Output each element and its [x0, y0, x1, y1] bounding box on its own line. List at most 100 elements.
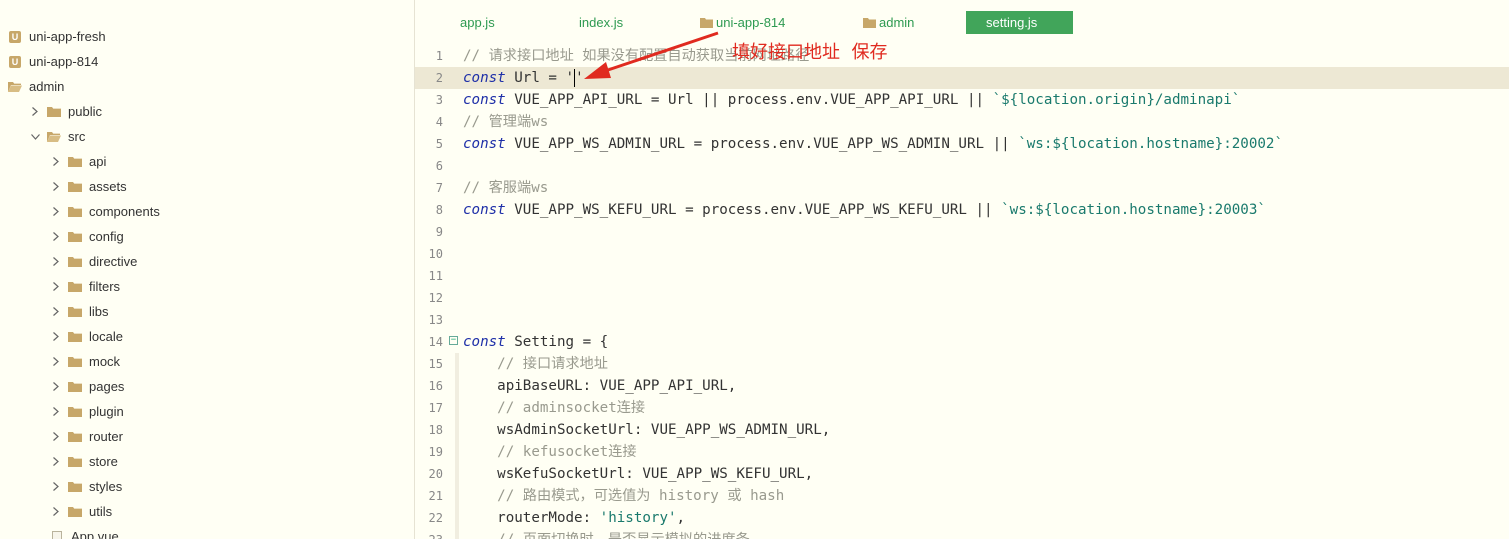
tab-setting-js[interactable]: setting.js: [966, 11, 1073, 34]
code-line[interactable]: 13: [415, 309, 1509, 331]
chevron-right-icon[interactable]: [50, 207, 62, 216]
tab-index-js[interactable]: index.js: [579, 11, 623, 34]
chevron-right-icon[interactable]: [50, 307, 62, 316]
code-editor[interactable]: 1// 请求接口地址 如果没有配置自动获取当前网址路径 2 const Url = …: [415, 45, 1509, 539]
chevron-right-icon[interactable]: [50, 232, 62, 241]
chevron-right-icon[interactable]: [50, 457, 62, 466]
tree-item-uni-app-814[interactable]: Uuni-app-814: [0, 49, 414, 74]
code-token: VUE_APP_WS_KEFU_URL = process.env.VUE_AP…: [505, 202, 1002, 218]
tree-item-app-vue[interactable]: App.vue: [0, 524, 414, 539]
chevron-right-icon[interactable]: [50, 282, 62, 291]
indent-guide: [455, 441, 459, 463]
code-line[interactable]: 6: [415, 155, 1509, 177]
chevron-right-icon[interactable]: [50, 332, 62, 341]
code-line[interactable]: 18 wsAdminSocketUrl: VUE_APP_WS_ADMIN_UR…: [415, 419, 1509, 441]
tree-item-directive[interactable]: directive: [0, 249, 414, 274]
tree-item-config[interactable]: config: [0, 224, 414, 249]
code-line[interactable]: 17 // adminsocket连接: [415, 397, 1509, 419]
code-text: const Url = '': [463, 67, 584, 89]
line-number: 2: [435, 71, 443, 85]
chevron-right-icon[interactable]: [50, 407, 62, 416]
tree-item-pages[interactable]: pages: [0, 374, 414, 399]
line-number: 10: [428, 247, 443, 261]
string-token: `${location.origin}/adminapi`: [992, 92, 1241, 108]
tree-item-label: api: [89, 154, 107, 169]
code-line[interactable]: 22 routerMode: 'history',: [415, 507, 1509, 529]
line-number: 4: [435, 115, 443, 129]
tree-item-label: pages: [89, 379, 125, 394]
tree-item-locale[interactable]: locale: [0, 324, 414, 349]
tab-app-js[interactable]: app.js: [460, 11, 495, 34]
chevron-right-icon[interactable]: [50, 257, 62, 266]
tree-item-api[interactable]: api: [0, 149, 414, 174]
chevron-right-icon[interactable]: [29, 107, 41, 116]
code-line[interactable]: 1// 请求接口地址 如果没有配置自动获取当前网址路径: [415, 45, 1509, 67]
code-text: apiBaseURL: VUE_APP_API_URL,: [455, 375, 736, 397]
folder-icon: [700, 17, 713, 28]
folder-icon: [68, 431, 82, 443]
chevron-right-icon[interactable]: [50, 432, 62, 441]
chevron-down-icon[interactable]: [29, 133, 41, 140]
tree-item-label: plugin: [89, 404, 124, 419]
tab-label: admin: [879, 15, 915, 30]
string-token: `ws:${location.hostname}:20002`: [1018, 136, 1284, 152]
fold-toggle-icon[interactable]: −: [449, 336, 458, 345]
code-line[interactable]: 11: [415, 265, 1509, 287]
code-line[interactable]: 12: [415, 287, 1509, 309]
tree-item-label: store: [89, 454, 118, 469]
code-line[interactable]: 4 // 管理端ws: [415, 111, 1509, 133]
code-line[interactable]: 7 // 客服端ws: [415, 177, 1509, 199]
code-line[interactable]: 21 // 路由模式，可选值为 history 或 hash: [415, 485, 1509, 507]
tree-item-assets[interactable]: assets: [0, 174, 414, 199]
tree-item-uni-app-fresh[interactable]: Uuni-app-fresh: [0, 24, 414, 49]
line-number: 21: [428, 489, 443, 503]
code-line[interactable]: 2 const Url = '': [415, 67, 1509, 89]
line-number: 3: [435, 93, 443, 107]
code-token: routerMode:: [463, 510, 600, 526]
chevron-right-icon[interactable]: [50, 507, 62, 516]
folder-icon: [68, 356, 82, 368]
tree-item-src[interactable]: src: [0, 124, 414, 149]
code-line[interactable]: 8 const VUE_APP_WS_KEFU_URL = process.env…: [415, 199, 1509, 221]
code-line[interactable]: 16 apiBaseURL: VUE_APP_API_URL,: [415, 375, 1509, 397]
code-line[interactable]: 15 // 接口请求地址: [415, 353, 1509, 375]
tree-item-admin[interactable]: admin: [0, 74, 414, 99]
tree-item-filters[interactable]: filters: [0, 274, 414, 299]
tree-item-libs[interactable]: libs: [0, 299, 414, 324]
chevron-right-icon[interactable]: [50, 382, 62, 391]
file-tree: Uuni-app-fresh Uuni-app-814 admin public src…: [0, 24, 414, 539]
code-line[interactable]: 14− const Setting = {: [415, 331, 1509, 353]
chevron-right-icon[interactable]: [50, 182, 62, 191]
tree-item-store[interactable]: store: [0, 449, 414, 474]
tree-item-utils[interactable]: utils: [0, 499, 414, 524]
tab-admin[interactable]: admin: [863, 11, 914, 34]
tab-uni-app-814[interactable]: uni-app-814: [700, 11, 785, 34]
tree-item-plugin[interactable]: plugin: [0, 399, 414, 424]
code-line[interactable]: 10: [415, 243, 1509, 265]
chevron-right-icon[interactable]: [50, 157, 62, 166]
tree-item-label: router: [89, 429, 123, 444]
line-number: 5: [435, 137, 443, 151]
line-number: 23: [415, 529, 443, 539]
code-line[interactable]: 19 // kefusocket连接: [415, 441, 1509, 463]
tree-item-mock[interactable]: mock: [0, 349, 414, 374]
code-line[interactable]: 23 // 页面切换时，是否显示模拟的进度条: [415, 529, 1509, 539]
code-line[interactable]: 20 wsKefuSocketUrl: VUE_APP_WS_KEFU_URL,: [415, 463, 1509, 485]
tree-item-public[interactable]: public: [0, 99, 414, 124]
chevron-right-icon[interactable]: [50, 357, 62, 366]
code-token: ': [575, 70, 584, 86]
tab-label: setting.js: [986, 15, 1038, 30]
code-text: const VUE_APP_WS_KEFU_URL = process.env.…: [463, 199, 1266, 221]
folder-icon: [68, 481, 82, 493]
folder-icon: [68, 306, 82, 318]
code-token: wsAdminSocketUrl: VUE_APP_WS_ADMIN_URL,: [463, 422, 831, 438]
code-line[interactable]: 3 const VUE_APP_API_URL = Url || process.…: [415, 89, 1509, 111]
chevron-right-icon[interactable]: [50, 482, 62, 491]
tree-item-components[interactable]: components: [0, 199, 414, 224]
indent-guide: [455, 463, 459, 485]
comment-token: // 路由模式，可选值为 history 或 hash: [463, 488, 785, 504]
code-line[interactable]: 9: [415, 221, 1509, 243]
code-line[interactable]: 5 const VUE_APP_WS_ADMIN_URL = process.en…: [415, 133, 1509, 155]
tree-item-router[interactable]: router: [0, 424, 414, 449]
tree-item-styles[interactable]: styles: [0, 474, 414, 499]
